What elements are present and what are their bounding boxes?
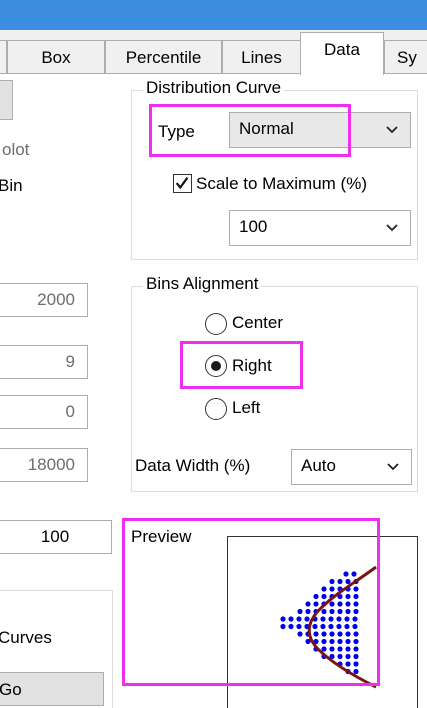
tab-box-label: Box [41,48,71,67]
scale-to-maximum-label: Scale to Maximum (%) [196,174,367,193]
tab-percentile[interactable]: Percentile [105,40,222,74]
chevron-down-icon [386,224,398,232]
radio-left[interactable] [205,398,227,420]
type-highlight-box [149,104,351,157]
scale-to-maximum-checkbox[interactable] [173,174,192,193]
data-width-dropdown[interactable]: Auto [291,449,412,485]
curves-label: Curves [0,628,52,647]
radio-left-label: Left [232,398,261,417]
value-field-100[interactable]: 100 [0,520,112,554]
tab-data[interactable]: Data [300,32,384,75]
tab-symbol[interactable]: Sy [384,40,427,74]
go-button[interactable]: Go [0,672,104,706]
field-2000[interactable]: 2000 [0,283,88,317]
bin-label: Bin [0,176,23,195]
tab-box[interactable]: Box [7,40,105,74]
tab-symbol-label: Sy [397,48,417,67]
preview-highlight-box [122,518,380,686]
right-option-highlight-box [180,341,303,389]
plot-label: olot [2,140,30,159]
field-18000[interactable]: 18000 [0,448,88,482]
radio-center[interactable] [205,313,227,335]
data-width-label: Data Width (%) [135,456,251,475]
chevron-down-icon [387,463,399,471]
field-9[interactable]: 9 [0,345,88,379]
tab-percentile-label: Percentile [125,48,202,67]
checkmark-icon [175,177,189,190]
tab-data-label: Data [324,40,360,59]
chevron-down-icon [386,126,398,134]
scale-value: 100 [239,217,268,236]
tab-lines[interactable]: Lines [222,40,301,74]
field-0[interactable]: 0 [0,395,88,429]
bins-alignment-title: Bins Alignment [143,274,262,294]
go-button-label: Go [0,680,22,699]
data-width-value: Auto [301,456,336,475]
distribution-curve-title: Distribution Curve [143,78,285,98]
scale-value-dropdown[interactable]: 100 [229,210,411,246]
radio-center-label: Center [232,313,284,332]
partial-button-top[interactable] [0,80,13,120]
tab-partial-left[interactable] [0,40,7,74]
tab-lines-label: Lines [241,48,282,67]
window-title-bar [0,0,427,30]
